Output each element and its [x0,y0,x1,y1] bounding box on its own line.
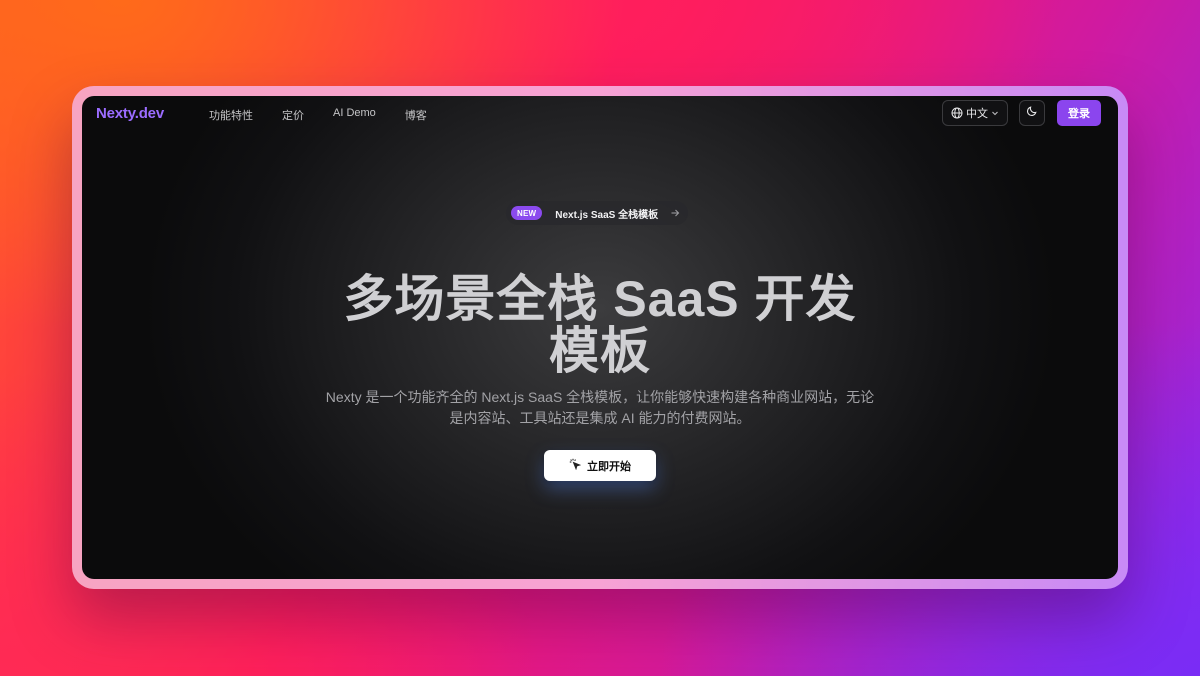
nav-link-features[interactable]: 功能特性 [209,107,253,123]
nav-link-blog[interactable]: 博客 [405,107,427,123]
nav-link-ai-demo[interactable]: AI Demo [333,107,376,123]
logo[interactable]: Nexty.dev [96,105,164,122]
theme-toggle-button[interactable] [1019,100,1045,126]
browser-frame: Nexty.dev 功能特性 定价 AI Demo 博客 中文 登录 NEW N… [72,86,1128,589]
new-badge: NEW [511,206,543,220]
app-window: Nexty.dev 功能特性 定价 AI Demo 博客 中文 登录 NEW N… [82,96,1118,579]
chevron-down-icon [991,109,999,117]
hero-description-line-1: Nexty 是一个功能齐全的 Next.js SaaS 全栈模板，让你能够快速构… [325,389,875,405]
get-started-button[interactable]: 立即开始 [544,450,656,481]
hero-title-line-1: 多场景全栈 SaaS 开发 [343,271,857,327]
sparkle-cursor-icon [569,458,582,473]
hero-title-line-2: 模板 [549,323,651,379]
language-label: 中文 [966,108,988,120]
hero-description-line-2: 是内容站、工具站还是集成 AI 能力的付费网站。 [449,410,751,426]
hero-description: Nexty 是一个功能齐全的 Next.js SaaS 全栈模板，让你能够快速构… [82,387,1118,429]
arrow-right-icon [670,208,680,218]
top-nav: Nexty.dev 功能特性 定价 AI Demo 博客 中文 登录 [82,96,1118,132]
announcement-pill[interactable]: NEW Next.js SaaS 全栈模板 [506,201,688,225]
hero-title: 多场景全栈 SaaS 开发 模板 [82,273,1118,377]
globe-icon [951,107,963,119]
moon-icon [1026,104,1038,122]
login-button[interactable]: 登录 [1057,100,1101,126]
announcement-text: Next.js SaaS 全栈模板 [555,209,659,221]
nav-link-pricing[interactable]: 定价 [282,107,304,123]
get-started-label: 立即开始 [587,460,631,473]
language-switcher[interactable]: 中文 [942,100,1008,126]
nav-links: 功能特性 定价 AI Demo 博客 [209,107,456,123]
